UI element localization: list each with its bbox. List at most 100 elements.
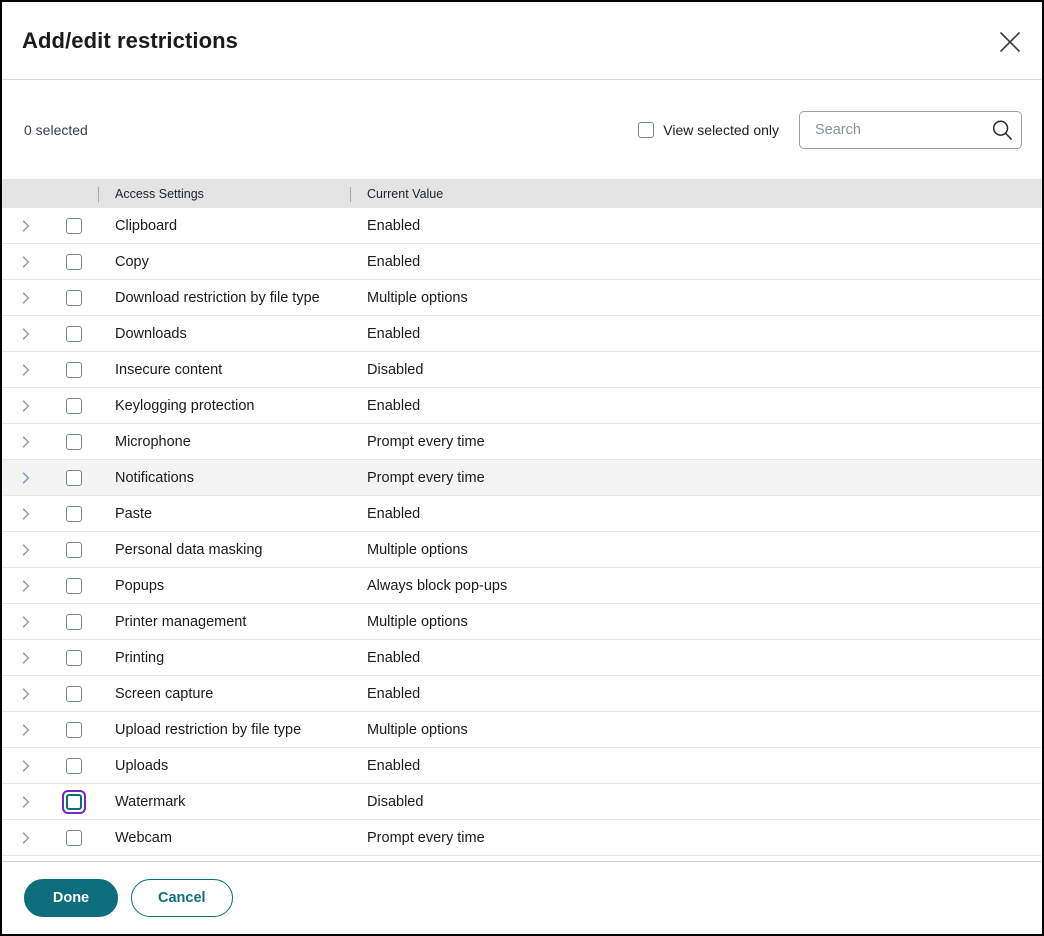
checkbox-box[interactable] <box>66 758 82 774</box>
table-row[interactable]: CopyEnabled <box>2 244 1042 280</box>
table-row[interactable]: PrintingEnabled <box>2 640 1042 676</box>
table-row[interactable]: WatermarkDisabled <box>2 784 1042 820</box>
row-checkbox[interactable] <box>66 254 82 270</box>
row-checkbox-cell[interactable] <box>50 362 98 378</box>
row-checkbox[interactable] <box>66 830 82 846</box>
checkbox-box[interactable] <box>66 830 82 846</box>
table-row[interactable]: DownloadsEnabled <box>2 316 1042 352</box>
row-checkbox[interactable] <box>66 398 82 414</box>
checkbox-box[interactable] <box>66 290 82 306</box>
row-checkbox-cell[interactable] <box>50 398 98 414</box>
table-row[interactable]: Upload restriction by file typeMultiple … <box>2 712 1042 748</box>
row-checkbox-cell[interactable] <box>50 794 98 810</box>
chevron-right-icon[interactable] <box>2 399 50 413</box>
chevron-right-icon[interactable] <box>2 363 50 377</box>
close-icon[interactable] <box>990 22 1030 62</box>
row-checkbox[interactable] <box>66 614 82 630</box>
row-checkbox-cell[interactable] <box>50 434 98 450</box>
table-row[interactable]: Keylogging protectionEnabled <box>2 388 1042 424</box>
table-row[interactable]: ClipboardEnabled <box>2 208 1042 244</box>
table-row[interactable]: MicrophonePrompt every time <box>2 424 1042 460</box>
row-checkbox-cell[interactable] <box>50 650 98 666</box>
chevron-right-icon[interactable] <box>2 435 50 449</box>
row-checkbox-cell[interactable] <box>50 290 98 306</box>
checkbox-box[interactable] <box>66 470 82 486</box>
row-checkbox[interactable] <box>66 362 82 378</box>
row-checkbox[interactable] <box>66 758 82 774</box>
chevron-right-icon[interactable] <box>2 219 50 233</box>
row-checkbox-cell[interactable] <box>50 326 98 342</box>
row-checkbox-cell[interactable] <box>50 722 98 738</box>
checkbox-box[interactable] <box>66 614 82 630</box>
row-checkbox-cell[interactable] <box>50 686 98 702</box>
checkbox-box[interactable] <box>66 254 82 270</box>
row-checkbox-cell[interactable] <box>50 254 98 270</box>
row-checkbox-cell[interactable] <box>50 614 98 630</box>
table-row[interactable]: Printer managementMultiple options <box>2 604 1042 640</box>
row-checkbox-cell[interactable] <box>50 470 98 486</box>
checkbox-box[interactable] <box>66 326 82 342</box>
row-checkbox[interactable] <box>66 218 82 234</box>
chevron-right-icon[interactable] <box>2 687 50 701</box>
checkbox-box[interactable] <box>66 650 82 666</box>
row-current-value: Multiple options <box>350 542 1042 558</box>
row-checkbox-cell[interactable] <box>50 218 98 234</box>
search-box[interactable] <box>799 111 1022 149</box>
row-checkbox-cell[interactable] <box>50 830 98 846</box>
view-selected-only-toggle[interactable]: View selected only <box>638 122 779 138</box>
row-checkbox[interactable] <box>66 542 82 558</box>
table-row[interactable]: UploadsEnabled <box>2 748 1042 784</box>
row-checkbox[interactable] <box>66 470 82 486</box>
chevron-right-icon[interactable] <box>2 507 50 521</box>
row-current-value: Enabled <box>350 686 1042 702</box>
checkbox-box[interactable] <box>66 722 82 738</box>
search-input[interactable] <box>813 121 991 139</box>
checkbox-box[interactable] <box>66 542 82 558</box>
table-row[interactable]: Download restriction by file typeMultipl… <box>2 280 1042 316</box>
table-row[interactable]: PopupsAlways block pop-ups <box>2 568 1042 604</box>
row-checkbox[interactable] <box>66 650 82 666</box>
table-row[interactable]: PasteEnabled <box>2 496 1042 532</box>
row-checkbox[interactable] <box>66 326 82 342</box>
cancel-button[interactable]: Cancel <box>131 879 233 917</box>
row-checkbox-cell[interactable] <box>50 758 98 774</box>
chevron-right-icon[interactable] <box>2 615 50 629</box>
chevron-right-icon[interactable] <box>2 255 50 269</box>
chevron-right-icon[interactable] <box>2 579 50 593</box>
row-checkbox[interactable] <box>66 290 82 306</box>
chevron-right-icon[interactable] <box>2 795 50 809</box>
search-icon[interactable] <box>991 119 1013 141</box>
chevron-right-icon[interactable] <box>2 759 50 773</box>
chevron-right-icon[interactable] <box>2 651 50 665</box>
checkbox-box[interactable] <box>66 506 82 522</box>
view-selected-only-checkbox[interactable] <box>638 122 654 138</box>
row-checkbox[interactable] <box>66 794 82 810</box>
row-checkbox-cell[interactable] <box>50 542 98 558</box>
chevron-right-icon[interactable] <box>2 291 50 305</box>
table-row[interactable]: NotificationsPrompt every time <box>2 460 1042 496</box>
row-checkbox[interactable] <box>66 578 82 594</box>
chevron-right-icon[interactable] <box>2 543 50 557</box>
row-checkbox-cell[interactable] <box>50 506 98 522</box>
checkbox-box[interactable] <box>66 794 82 810</box>
checkbox-box[interactable] <box>66 434 82 450</box>
chevron-right-icon[interactable] <box>2 831 50 845</box>
row-checkbox[interactable] <box>66 686 82 702</box>
checkbox-box[interactable] <box>66 398 82 414</box>
chevron-right-icon[interactable] <box>2 327 50 341</box>
table-row[interactable]: Insecure contentDisabled <box>2 352 1042 388</box>
table-row[interactable]: WebcamPrompt every time <box>2 820 1042 856</box>
checkbox-box[interactable] <box>66 578 82 594</box>
row-checkbox[interactable] <box>66 506 82 522</box>
checkbox-box[interactable] <box>66 218 82 234</box>
checkbox-box[interactable] <box>66 362 82 378</box>
row-checkbox[interactable] <box>66 722 82 738</box>
table-row[interactable]: Personal data maskingMultiple options <box>2 532 1042 568</box>
checkbox-box[interactable] <box>66 686 82 702</box>
table-row[interactable]: Screen captureEnabled <box>2 676 1042 712</box>
row-checkbox[interactable] <box>66 434 82 450</box>
chevron-right-icon[interactable] <box>2 723 50 737</box>
chevron-right-icon[interactable] <box>2 471 50 485</box>
done-button[interactable]: Done <box>24 879 118 917</box>
row-checkbox-cell[interactable] <box>50 578 98 594</box>
